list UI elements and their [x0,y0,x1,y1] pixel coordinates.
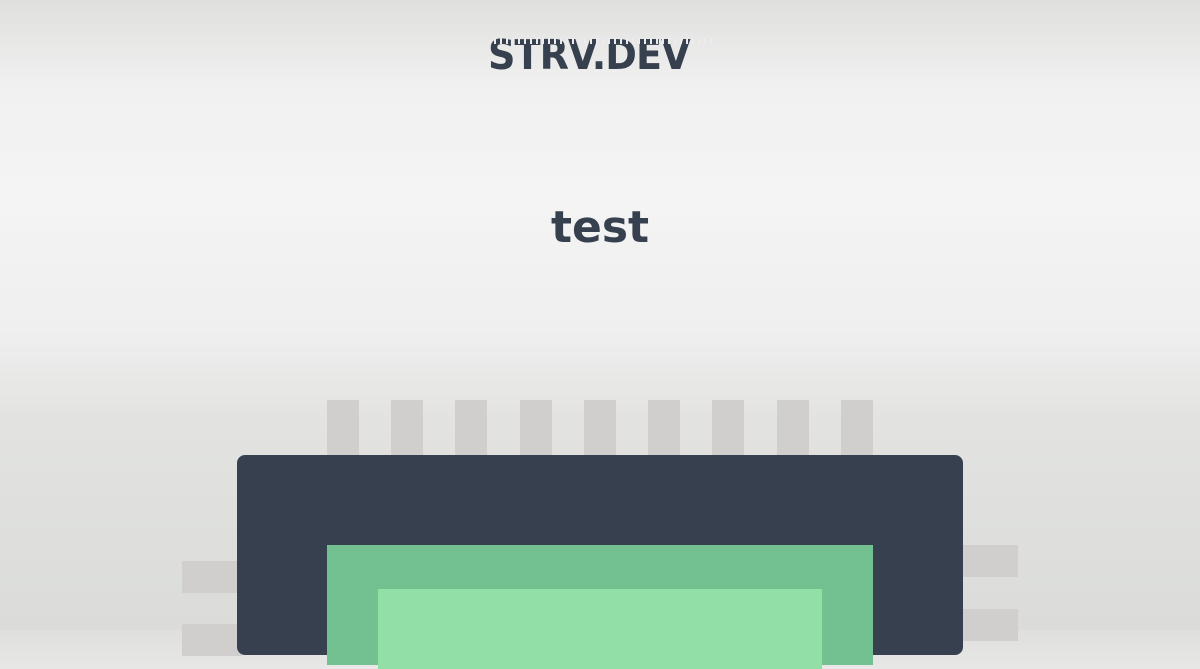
chip-pin-top [327,400,359,460]
chip-pin-top [648,400,680,460]
chip-pin-right [958,609,1018,641]
chip-pin-left [182,561,242,593]
chip-pin-top [391,400,423,460]
microchip-icon [0,0,1200,669]
chip-pin-top [455,400,487,460]
chip-pin-top [712,400,744,460]
chip-pin-right [958,545,1018,577]
chip-pin-top [841,400,873,460]
chip-core-inner [378,589,822,669]
chip-pin-top [777,400,809,460]
chip-pin-left [182,624,242,656]
chip-pin-top [520,400,552,460]
chip-pin-top [584,400,616,460]
